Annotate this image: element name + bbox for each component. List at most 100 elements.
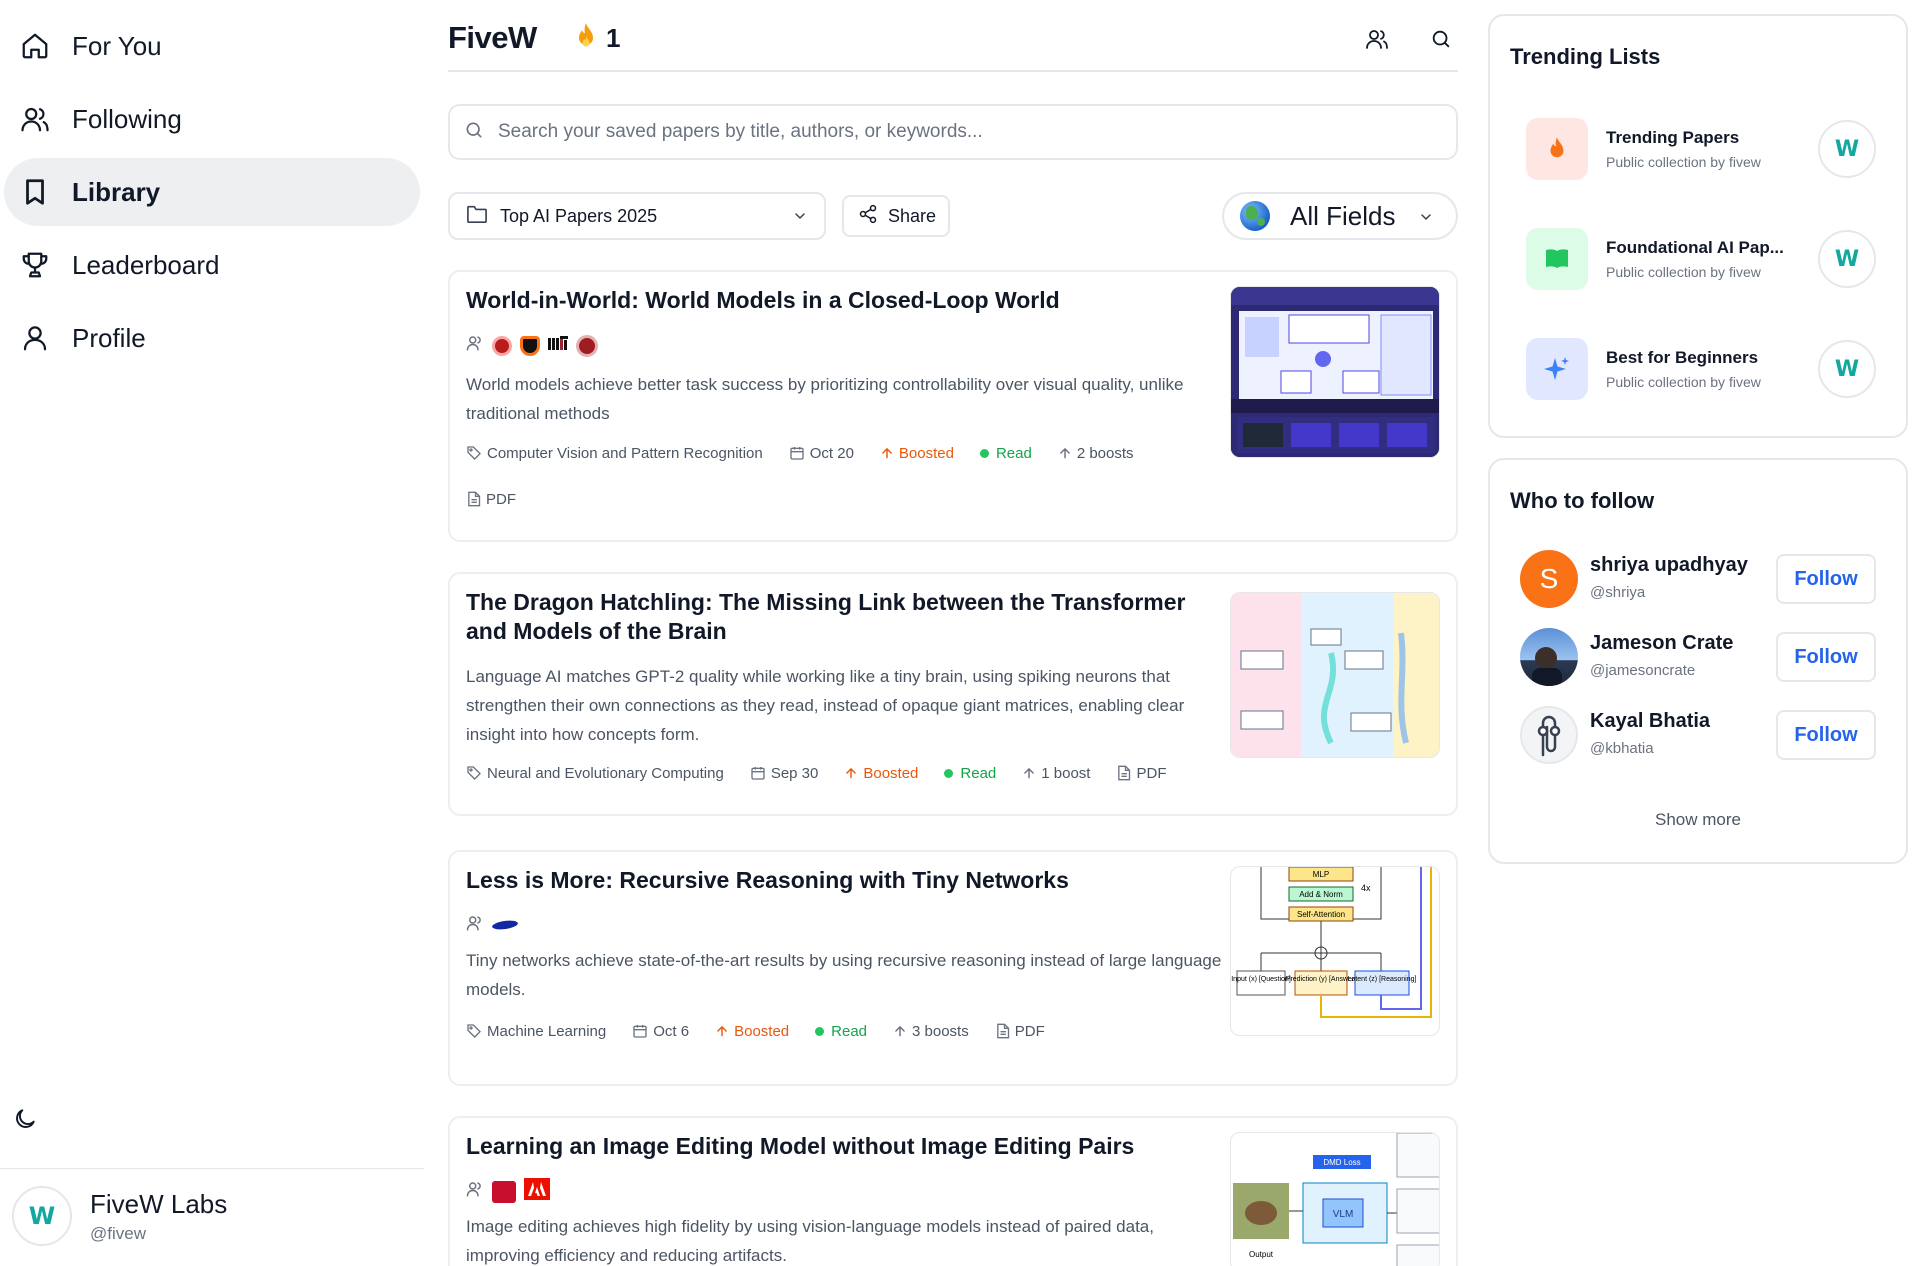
- sidebar-divider: [0, 1168, 424, 1169]
- paper-card[interactable]: Less is More: Recursive Reasoning with T…: [448, 850, 1458, 1086]
- share-button[interactable]: Share: [842, 195, 950, 237]
- paper-thumbnail[interactable]: [1230, 286, 1440, 458]
- thumb-pred: Prediction (y) [Answer]: [1286, 976, 1356, 983]
- share-icon: [858, 204, 878, 229]
- boosted-label: Boosted: [734, 1022, 790, 1040]
- theme-toggle-button[interactable]: [10, 1106, 40, 1136]
- avatar[interactable]: [1520, 706, 1578, 764]
- account-switcher[interactable]: W FiveW Labs @fivew: [12, 1186, 227, 1246]
- trending-list-item[interactable]: Trending Papers Public collection by fiv…: [1526, 116, 1876, 182]
- paper-summary: World models achieve better task success…: [466, 375, 1184, 423]
- trending-list-item[interactable]: Best for Beginners Public collection by …: [1526, 336, 1876, 402]
- read-dot-icon: [815, 1026, 825, 1036]
- list-name: Best for Beginners: [1606, 348, 1759, 367]
- princeton-logo: [520, 335, 540, 356]
- boost-count-label: 1 boost: [1041, 764, 1091, 782]
- sidebar: For You Following Library Leaderboard Pr…: [0, 0, 424, 1266]
- nav-item-for-you[interactable]: For You: [4, 12, 420, 80]
- trending-list-item[interactable]: Foundational AI Pap... Public collection…: [1526, 226, 1876, 292]
- user-handle: @shriya: [1590, 584, 1646, 601]
- boosted-status[interactable]: Boosted: [715, 1022, 789, 1040]
- paper-thumbnail[interactable]: MLP Add & Norm Self-Attention 4x Input (…: [1230, 866, 1440, 1036]
- nav-item-following[interactable]: Following: [4, 85, 420, 153]
- paper-title[interactable]: Learning an Image Editing Model without …: [466, 1132, 1266, 1161]
- paper-card[interactable]: The Dragon Hatchling: The Missing Link b…: [448, 572, 1458, 816]
- file-icon: [468, 491, 481, 507]
- nav-label: For You: [72, 30, 162, 61]
- read-status[interactable]: Read: [944, 764, 996, 782]
- paper-meta: Neural and Evolutionary Computing Sep 30…: [466, 764, 1226, 782]
- user-handle: @jamesoncrate: [1590, 662, 1696, 679]
- users-icon: [18, 102, 52, 136]
- boosted-status[interactable]: Boosted: [844, 764, 918, 782]
- read-status[interactable]: Read: [815, 1022, 867, 1040]
- arrow-up-icon: [895, 1025, 905, 1037]
- avatar[interactable]: [1520, 628, 1578, 686]
- paper-title[interactable]: World-in-World: World Models in a Closed…: [466, 286, 1226, 315]
- list-subtitle: Public collection by fivew: [1606, 154, 1761, 170]
- pdf-label: PDF: [486, 490, 516, 508]
- nav-item-leaderboard[interactable]: Leaderboard: [4, 231, 420, 299]
- app-logo[interactable]: FiveW: [448, 20, 537, 56]
- nav-item-library[interactable]: Library: [4, 158, 420, 226]
- users-icon[interactable]: [1364, 26, 1390, 52]
- account-handle: @fivew: [90, 1223, 146, 1243]
- sidebar-nav: For You Following Library Leaderboard Pr…: [0, 12, 424, 377]
- arrow-up-icon: [717, 1025, 727, 1037]
- topbar: FiveW 1: [448, 0, 1458, 72]
- account-text: FiveW Labs @fivew: [90, 1189, 227, 1244]
- paper-card[interactable]: Learning an Image Editing Model without …: [448, 1116, 1458, 1266]
- streak-counter[interactable]: 1: [574, 22, 620, 55]
- paper-card[interactable]: World-in-World: World Models in a Closed…: [448, 270, 1458, 542]
- follow-button[interactable]: Follow: [1776, 632, 1876, 682]
- book-icon: [1526, 228, 1588, 290]
- filters-bar: Top AI Papers 2025 Share All Fields: [448, 192, 1458, 240]
- pdf-link[interactable]: PDF: [466, 490, 516, 508]
- collection-dropdown[interactable]: Top AI Papers 2025: [448, 192, 826, 240]
- category-label: Computer Vision and Pattern Recognition: [487, 444, 763, 462]
- thumb-mlp: MLP: [1313, 870, 1329, 879]
- avatar[interactable]: S: [1520, 550, 1578, 608]
- follow-button[interactable]: Follow: [1776, 710, 1876, 760]
- arrow-up-icon: [846, 767, 857, 779]
- paper-meta: Machine Learning Oct 6 Boosted Read 3 bo…: [466, 1022, 1226, 1040]
- paper-title[interactable]: Less is More: Recursive Reasoning with T…: [466, 866, 1226, 895]
- read-dot-icon: [944, 768, 954, 778]
- read-status[interactable]: Read: [979, 444, 1032, 462]
- category-label: Neural and Evolutionary Computing: [487, 764, 724, 782]
- pdf-link[interactable]: PDF: [1116, 764, 1166, 782]
- category-tag[interactable]: Neural and Evolutionary Computing: [466, 764, 724, 782]
- category-tag[interactable]: Computer Vision and Pattern Recognition: [466, 444, 763, 462]
- library-search[interactable]: [448, 104, 1458, 160]
- pdf-link[interactable]: PDF: [995, 1022, 1045, 1040]
- category-tag[interactable]: Machine Learning: [466, 1022, 606, 1040]
- paper-date: Oct 20: [789, 444, 854, 462]
- show-more-link[interactable]: Show more: [1490, 810, 1906, 830]
- user-name[interactable]: Kayal Bhatia: [1590, 710, 1710, 733]
- fields-dropdown[interactable]: All Fields: [1222, 192, 1458, 240]
- paper-date: Oct 6: [632, 1022, 689, 1040]
- search-input[interactable]: [498, 121, 1398, 143]
- panel-title: Trending Lists: [1510, 44, 1661, 69]
- thumb-attn: Self-Attention: [1297, 910, 1345, 919]
- boosted-status[interactable]: Boosted: [880, 444, 954, 462]
- paper-title[interactable]: The Dragon Hatchling: The Missing Link b…: [466, 588, 1226, 646]
- sparkle-icon: [1526, 338, 1588, 400]
- folder-icon: [466, 204, 488, 229]
- pdf-label: PDF: [1014, 1022, 1045, 1040]
- paper-thumbnail[interactable]: Output DMD Loss VLM: [1230, 1132, 1440, 1266]
- paper-thumbnail[interactable]: [1230, 592, 1440, 758]
- date-label: Oct 20: [809, 444, 854, 462]
- home-icon: [18, 29, 52, 63]
- user-name[interactable]: shriya upadhyay: [1590, 554, 1748, 577]
- nav-item-profile[interactable]: Profile: [4, 304, 420, 372]
- nav-label: Following: [72, 103, 182, 134]
- tag-icon: [467, 446, 481, 460]
- search-icon[interactable]: [1428, 26, 1454, 52]
- nav-label: Profile: [72, 322, 146, 353]
- user-name[interactable]: Jameson Crate: [1590, 632, 1733, 655]
- boost-count: 1 boost: [1022, 764, 1090, 782]
- university-logo: [492, 335, 512, 356]
- follow-button[interactable]: Follow: [1776, 554, 1876, 604]
- read-dot-icon: [979, 448, 989, 458]
